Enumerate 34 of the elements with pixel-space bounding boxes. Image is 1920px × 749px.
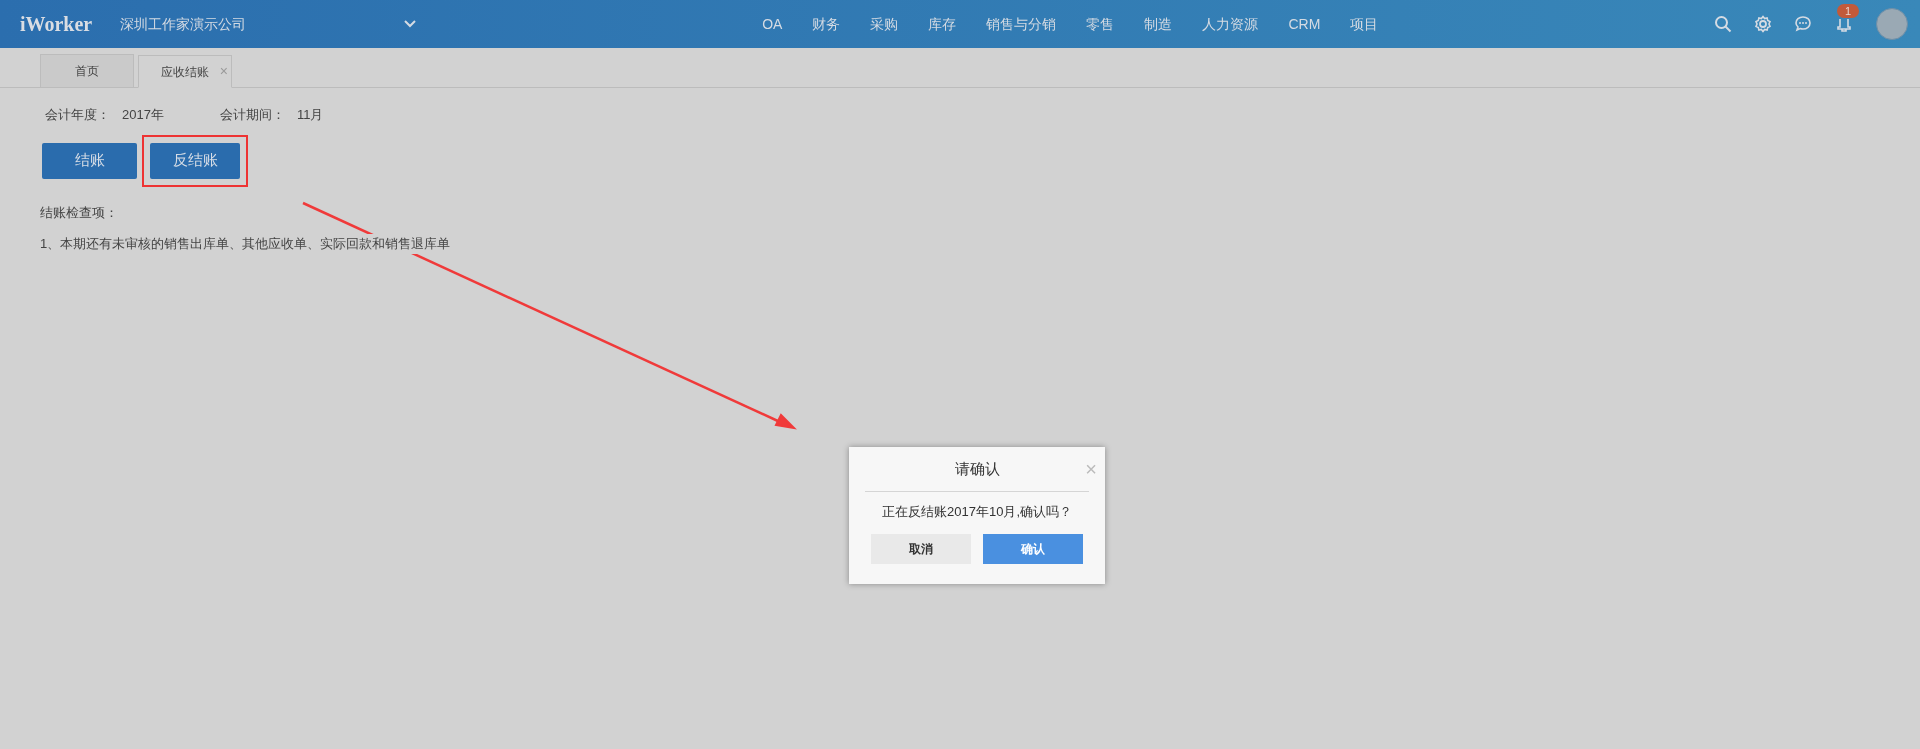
logo: iWorker bbox=[20, 12, 93, 37]
confirm-button[interactable]: 确认 bbox=[983, 533, 1083, 564]
nav-item[interactable]: OA bbox=[762, 13, 783, 35]
field-value: 2017年 bbox=[122, 106, 164, 124]
tab[interactable]: 首页 bbox=[40, 54, 134, 87]
chevron-down-icon[interactable] bbox=[404, 20, 417, 28]
company-name: 深圳工作家演示公司 bbox=[120, 14, 247, 34]
tab[interactable]: 应收结账 × bbox=[138, 55, 232, 88]
field-label: 会计期间： bbox=[219, 106, 285, 124]
dialog-title: 请确认 bbox=[954, 458, 1000, 479]
nav-item[interactable]: 库存 bbox=[928, 13, 957, 35]
avatar[interactable] bbox=[1876, 8, 1908, 40]
field-label: 会计年度： bbox=[45, 106, 110, 124]
dialog-message: 正在反结账2017年10月,确认吗？ bbox=[882, 503, 1072, 521]
nav-item[interactable]: 销售与分销 bbox=[986, 13, 1057, 35]
chat-icon[interactable] bbox=[1794, 15, 1812, 33]
tab-close[interactable]: × bbox=[219, 61, 228, 82]
check-item: 1、本期还有未审核的销售出库单、其他应收单、实际回款和销售退库单 bbox=[40, 234, 451, 254]
notification-badge: 1 bbox=[1837, 4, 1860, 18]
checks-title: 结账检查项： bbox=[39, 203, 119, 222]
field-value: 11月 bbox=[296, 106, 324, 124]
settings-icon[interactable] bbox=[1754, 15, 1772, 33]
nav-item[interactable]: 采购 bbox=[870, 13, 899, 35]
action-button[interactable]: 反结账 bbox=[150, 142, 240, 179]
nav-item[interactable]: 人力资源 bbox=[1202, 13, 1259, 35]
nav-item[interactable]: 零售 bbox=[1086, 13, 1115, 35]
nav-item[interactable]: 财务 bbox=[812, 13, 841, 35]
nav-item[interactable]: CRM bbox=[1288, 13, 1321, 35]
nav-item[interactable]: 制造 bbox=[1144, 13, 1173, 35]
nav-item[interactable]: 项目 bbox=[1350, 13, 1379, 35]
search-icon[interactable] bbox=[1714, 15, 1732, 33]
action-button[interactable]: 结账 bbox=[42, 142, 137, 179]
dialog-close[interactable]: × bbox=[1085, 454, 1097, 484]
cancel-button[interactable]: 取消 bbox=[871, 533, 971, 564]
